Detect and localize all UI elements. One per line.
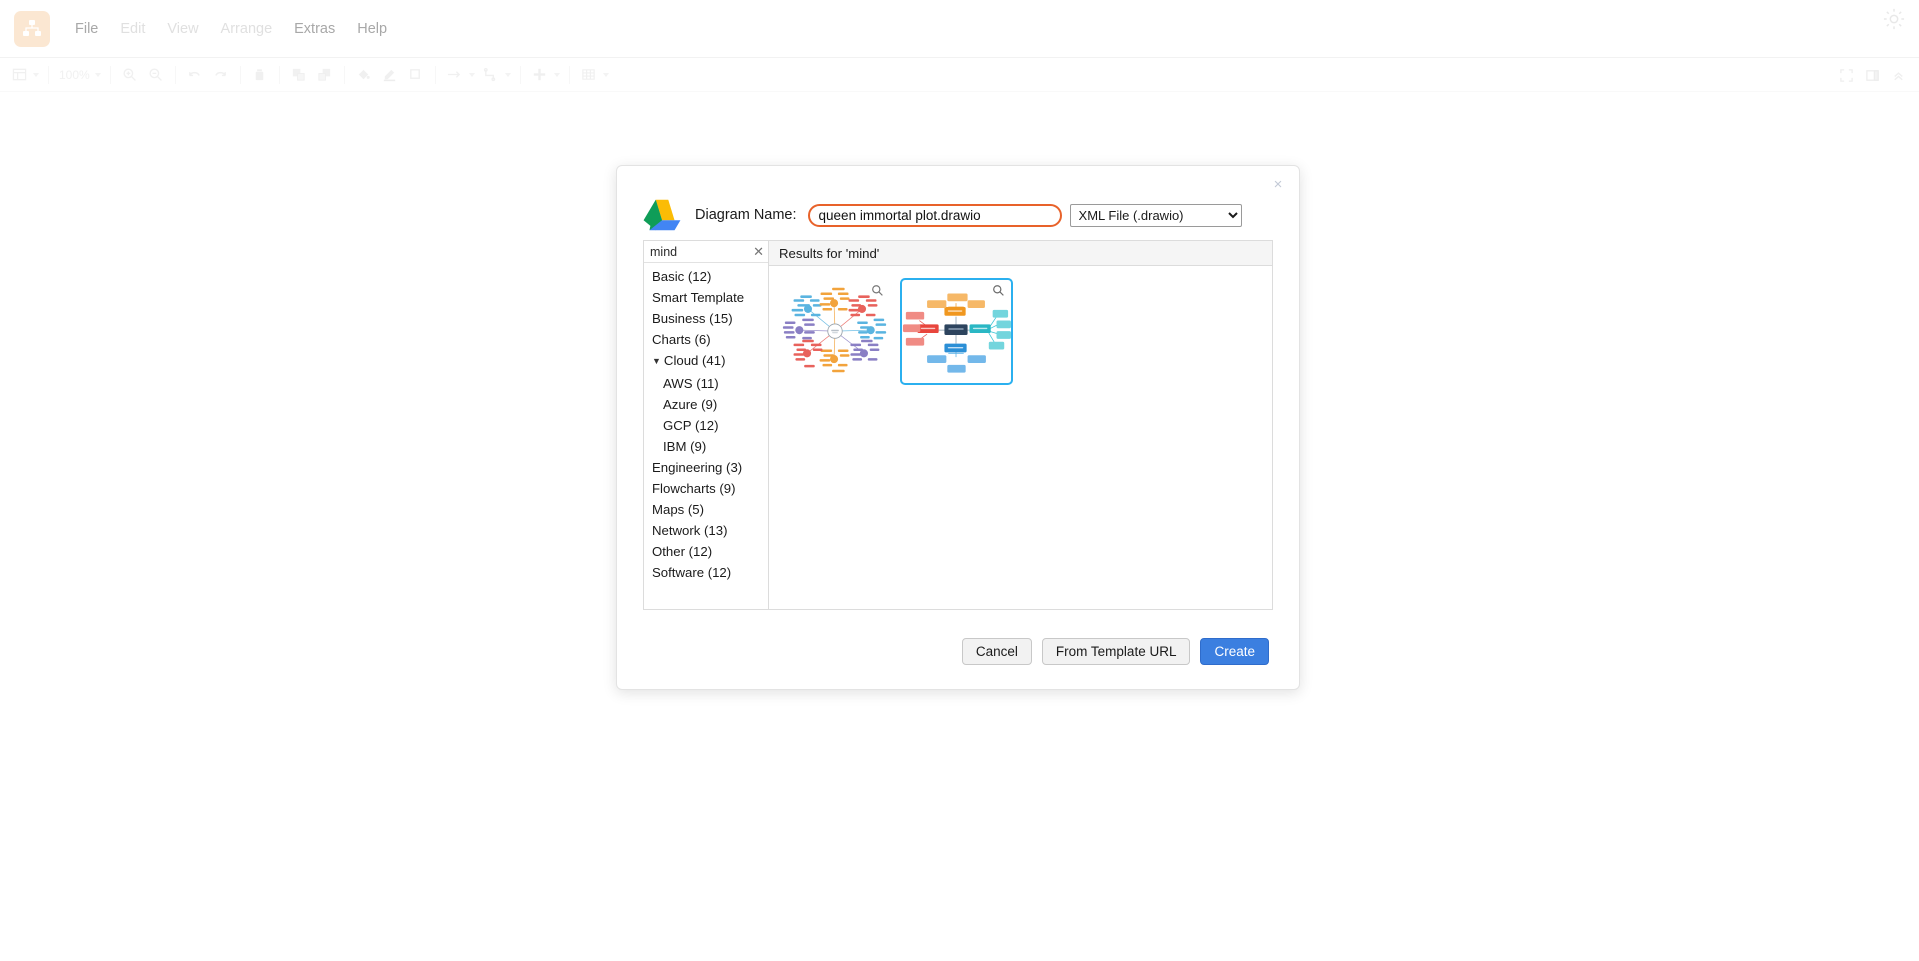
category-item-charts[interactable]: Charts (6) xyxy=(644,329,768,350)
category-item-other[interactable]: Other (12) xyxy=(644,541,768,562)
new-diagram-dialog: × Diagram Name: XML File (.drawio) ✕ xyxy=(616,165,1300,690)
category-item-software[interactable]: Software (12) xyxy=(644,562,768,583)
category-item-cloud[interactable]: ▼ Cloud (41) xyxy=(644,350,768,373)
from-template-url-button[interactable]: From Template URL xyxy=(1041,637,1191,665)
chevron-down-icon[interactable]: ▼ xyxy=(652,353,661,370)
template-search-row: ✕ xyxy=(644,241,768,263)
magnifier-icon[interactable] xyxy=(992,284,1005,297)
dialog-body: ✕ Basic (12) Smart Template Business (15… xyxy=(643,240,1273,610)
diagram-name-label: Diagram Name: xyxy=(695,207,797,223)
category-item-network[interactable]: Network (13) xyxy=(644,520,768,541)
category-label: IBM (9) xyxy=(663,439,707,454)
category-label: GCP (12) xyxy=(663,418,719,433)
category-label: Other (12) xyxy=(652,544,713,559)
category-label: AWS (11) xyxy=(663,376,719,391)
results-panel: Results for 'mind' xyxy=(768,240,1273,610)
category-label: Business (15) xyxy=(652,311,733,326)
google-drive-icon xyxy=(643,199,681,231)
category-item-basic[interactable]: Basic (12) xyxy=(644,266,768,287)
category-label: Network (13) xyxy=(652,523,728,538)
create-button[interactable]: Create xyxy=(1200,637,1269,665)
category-label: Azure (9) xyxy=(663,397,718,412)
diagram-name-input[interactable] xyxy=(807,203,1062,227)
category-item-engineering[interactable]: Engineering (3) xyxy=(644,457,768,478)
category-label: Charts (6) xyxy=(652,332,711,347)
dialog-header: Diagram Name: XML File (.drawio) xyxy=(643,198,1242,232)
category-item-flowcharts[interactable]: Flowcharts (9) xyxy=(644,478,768,499)
dialog-footer: Cancel From Template URL Create xyxy=(617,613,1299,689)
template-search-input[interactable] xyxy=(650,244,752,259)
cancel-button[interactable]: Cancel xyxy=(961,637,1032,665)
category-list: Basic (12) Smart Template Business (15) … xyxy=(644,263,768,583)
clear-search-icon[interactable]: ✕ xyxy=(751,244,764,260)
category-item-gcp[interactable]: GCP (12) xyxy=(644,415,768,436)
close-icon[interactable]: × xyxy=(1268,174,1288,194)
category-label: Software (12) xyxy=(652,565,732,580)
modal-overlay: × Diagram Name: XML File (.drawio) ✕ xyxy=(0,0,1919,961)
magnifier-icon[interactable] xyxy=(871,284,884,297)
category-item-smart-template[interactable]: Smart Template xyxy=(644,287,768,308)
category-label: Basic (12) xyxy=(652,269,712,284)
results-header: Results for 'mind' xyxy=(769,241,1272,266)
category-label: Cloud (41) xyxy=(663,353,726,368)
results-grid xyxy=(769,266,1272,385)
template-radial-mind-map[interactable] xyxy=(779,278,892,385)
category-item-ibm[interactable]: IBM (9) xyxy=(644,436,768,457)
category-item-business[interactable]: Business (15) xyxy=(644,308,768,329)
category-item-azure[interactable]: Azure (9) xyxy=(644,394,768,415)
template-tree-mind-map[interactable] xyxy=(900,278,1013,385)
category-label: Maps (5) xyxy=(652,502,705,517)
category-label: Smart Template xyxy=(652,290,745,305)
category-label: Engineering (3) xyxy=(652,460,743,475)
category-item-aws[interactable]: AWS (11) xyxy=(644,373,768,394)
category-panel: ✕ Basic (12) Smart Template Business (15… xyxy=(643,240,768,610)
category-label: Flowcharts (9) xyxy=(652,481,736,496)
file-type-select[interactable]: XML File (.drawio) xyxy=(1069,203,1242,227)
category-item-maps[interactable]: Maps (5) xyxy=(644,499,768,520)
